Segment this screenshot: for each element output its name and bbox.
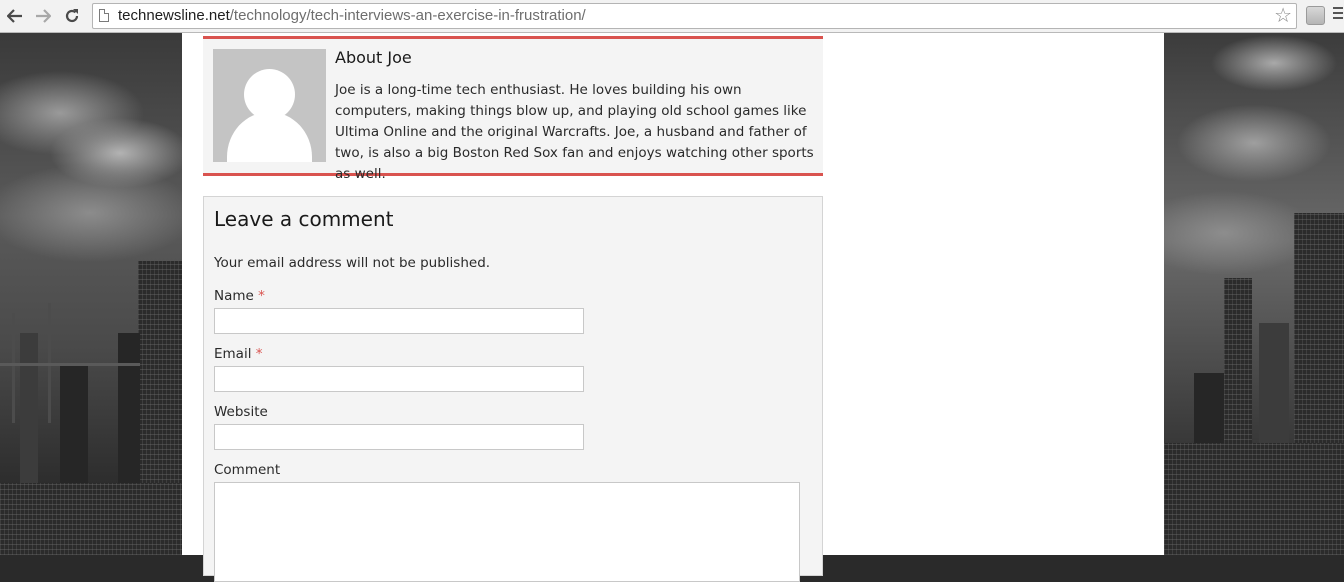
extension-icon[interactable] [1306,6,1325,25]
hamburger-menu-icon[interactable] [1333,7,1343,22]
website-label-text: Website [214,404,268,420]
reload-button[interactable] [62,6,82,26]
background-right-panel [1164,33,1344,555]
comment-heading: Leave a comment [214,207,394,231]
forward-button[interactable] [33,6,53,26]
author-box: About Joe Joe is a long-time tech enthus… [203,36,823,182]
url-domain: technewsline.net [118,7,230,24]
website-field[interactable] [214,424,584,450]
name-label-text: Name [214,288,254,304]
arrow-left-icon [7,9,22,23]
name-field[interactable] [214,308,584,334]
url-path: /technology/tech-interviews-an-exercise-… [229,7,586,24]
avatar [213,49,326,162]
name-label: Name * [214,288,265,304]
back-button[interactable] [5,6,25,26]
arrow-right-icon [36,9,51,23]
comment-form: Leave a comment Your email address will … [203,196,823,582]
comment-label-text: Comment [214,462,281,478]
required-marker: * [255,346,263,362]
website-label: Website [214,404,268,420]
email-field[interactable] [214,366,584,392]
url-text[interactable]: technewsline.net/technology/tech-intervi… [118,7,586,24]
author-title: About Joe [335,48,412,67]
browser-toolbar: technewsline.net/technology/tech-intervi… [0,0,1344,33]
comment-label: Comment [214,462,280,478]
comment-notes: Your email address will not be published… [214,255,491,271]
required-marker: * [258,288,265,304]
avatar-body [227,112,312,162]
star-icon[interactable]: ☆ [1274,5,1292,25]
author-bio: Joe is a long-time tech enthusiast. He l… [335,82,814,182]
comment-textarea[interactable] [214,482,800,582]
email-label: Email * [214,346,263,362]
address-bar[interactable]: technewsline.net/technology/tech-intervi… [92,3,1297,29]
page-icon [99,9,109,22]
email-label-text: Email [214,346,252,362]
background-left-panel [0,33,182,555]
reload-icon [65,9,79,23]
